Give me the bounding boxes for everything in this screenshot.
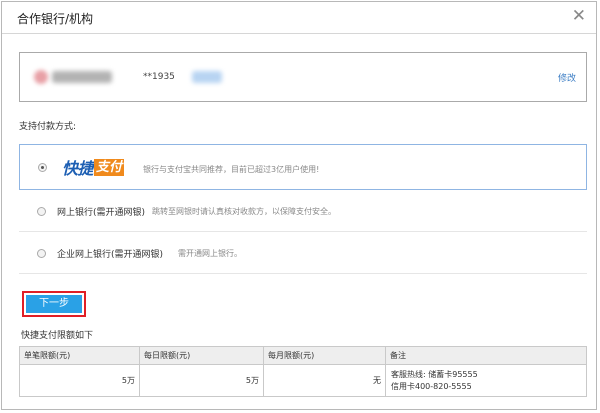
limits-row: 5万 5万 无 客服热线: 储蓄卡95555 信用卡400-820-5555 <box>19 364 587 397</box>
card-number: **1935 <box>143 72 175 82</box>
payment-option-corporate-banking[interactable]: 企业网上银行(需开通网银) 需开通网上银行。 <box>19 240 587 274</box>
close-icon[interactable]: ✕ <box>572 6 586 26</box>
quick-pay-logo: 快捷 支付 <box>62 157 125 178</box>
header-daily-limit: 每日限额(元) <box>139 346 264 365</box>
corporate-banking-description: 需开通网上银行。 <box>178 249 242 258</box>
radio-online-banking[interactable] <box>37 207 46 216</box>
quick-pay-logo-part2: 支付 <box>94 158 125 176</box>
modify-link[interactable]: 修改 <box>558 71 576 84</box>
online-banking-label: 网上银行(需开通网银) <box>57 208 146 218</box>
note-hotline-credit: 信用卡400-820-5555 <box>391 381 472 391</box>
header-single-limit: 单笔限额(元) <box>19 346 140 365</box>
next-button[interactable]: 下一步 <box>26 295 82 313</box>
daily-limit-value: 5万 <box>139 364 264 397</box>
limits-table: 单笔限额(元) 每日限额(元) 每月限额(元) 备注 5万 5万 无 客服热线:… <box>19 346 587 397</box>
quick-pay-description: 银行与支付宝共同推荐，目前已超过3亿用户使用! <box>143 165 320 174</box>
bank-logo-mark <box>34 70 48 84</box>
note-cell: 客服热线: 储蓄卡95555 信用卡400-820-5555 <box>385 364 587 397</box>
corporate-banking-label: 企业网上银行(需开通网银) <box>57 250 164 260</box>
payment-option-quick-pay[interactable]: 快捷 支付 银行与支付宝共同推荐，目前已超过3亿用户使用! <box>19 144 587 190</box>
card-type-redacted <box>192 71 222 83</box>
online-banking-description: 跳转至网银时请认真核对收款方，以保障支付安全。 <box>152 207 336 216</box>
header-note: 备注 <box>385 346 587 365</box>
radio-quick-pay[interactable] <box>38 163 47 172</box>
bank-dialog: 合作银行/机构 ✕ **1935 修改 支持付款方式: 快捷 支付 银行与支付宝… <box>1 1 597 410</box>
bank-logo <box>34 68 114 86</box>
bank-card: **1935 修改 <box>19 52 587 102</box>
radio-corporate-banking[interactable] <box>37 249 46 258</box>
single-limit-value: 5万 <box>19 364 140 397</box>
quick-pay-logo-part1: 快捷 <box>62 159 94 178</box>
next-button-highlight: 下一步 <box>22 291 86 317</box>
bank-name-redacted <box>52 71 112 83</box>
dialog-title: 合作银行/机构 <box>17 12 94 26</box>
limits-title: 快捷支付限额如下 <box>21 331 94 341</box>
radio-selected-dot <box>41 166 44 169</box>
limits-header-row: 单笔限额(元) 每日限额(元) 每月限额(元) 备注 <box>19 346 587 365</box>
note-hotline-debit: 客服热线: 储蓄卡95555 <box>391 369 478 379</box>
dialog-header: 合作银行/机构 ✕ <box>2 2 596 34</box>
monthly-limit-value: 无 <box>263 364 386 397</box>
header-monthly-limit: 每月限额(元) <box>263 346 386 365</box>
payment-methods-label: 支持付款方式: <box>19 122 77 132</box>
payment-option-online-banking[interactable]: 网上银行(需开通网银) 跳转至网银时请认真核对收款方，以保障支付安全。 <box>19 198 587 232</box>
